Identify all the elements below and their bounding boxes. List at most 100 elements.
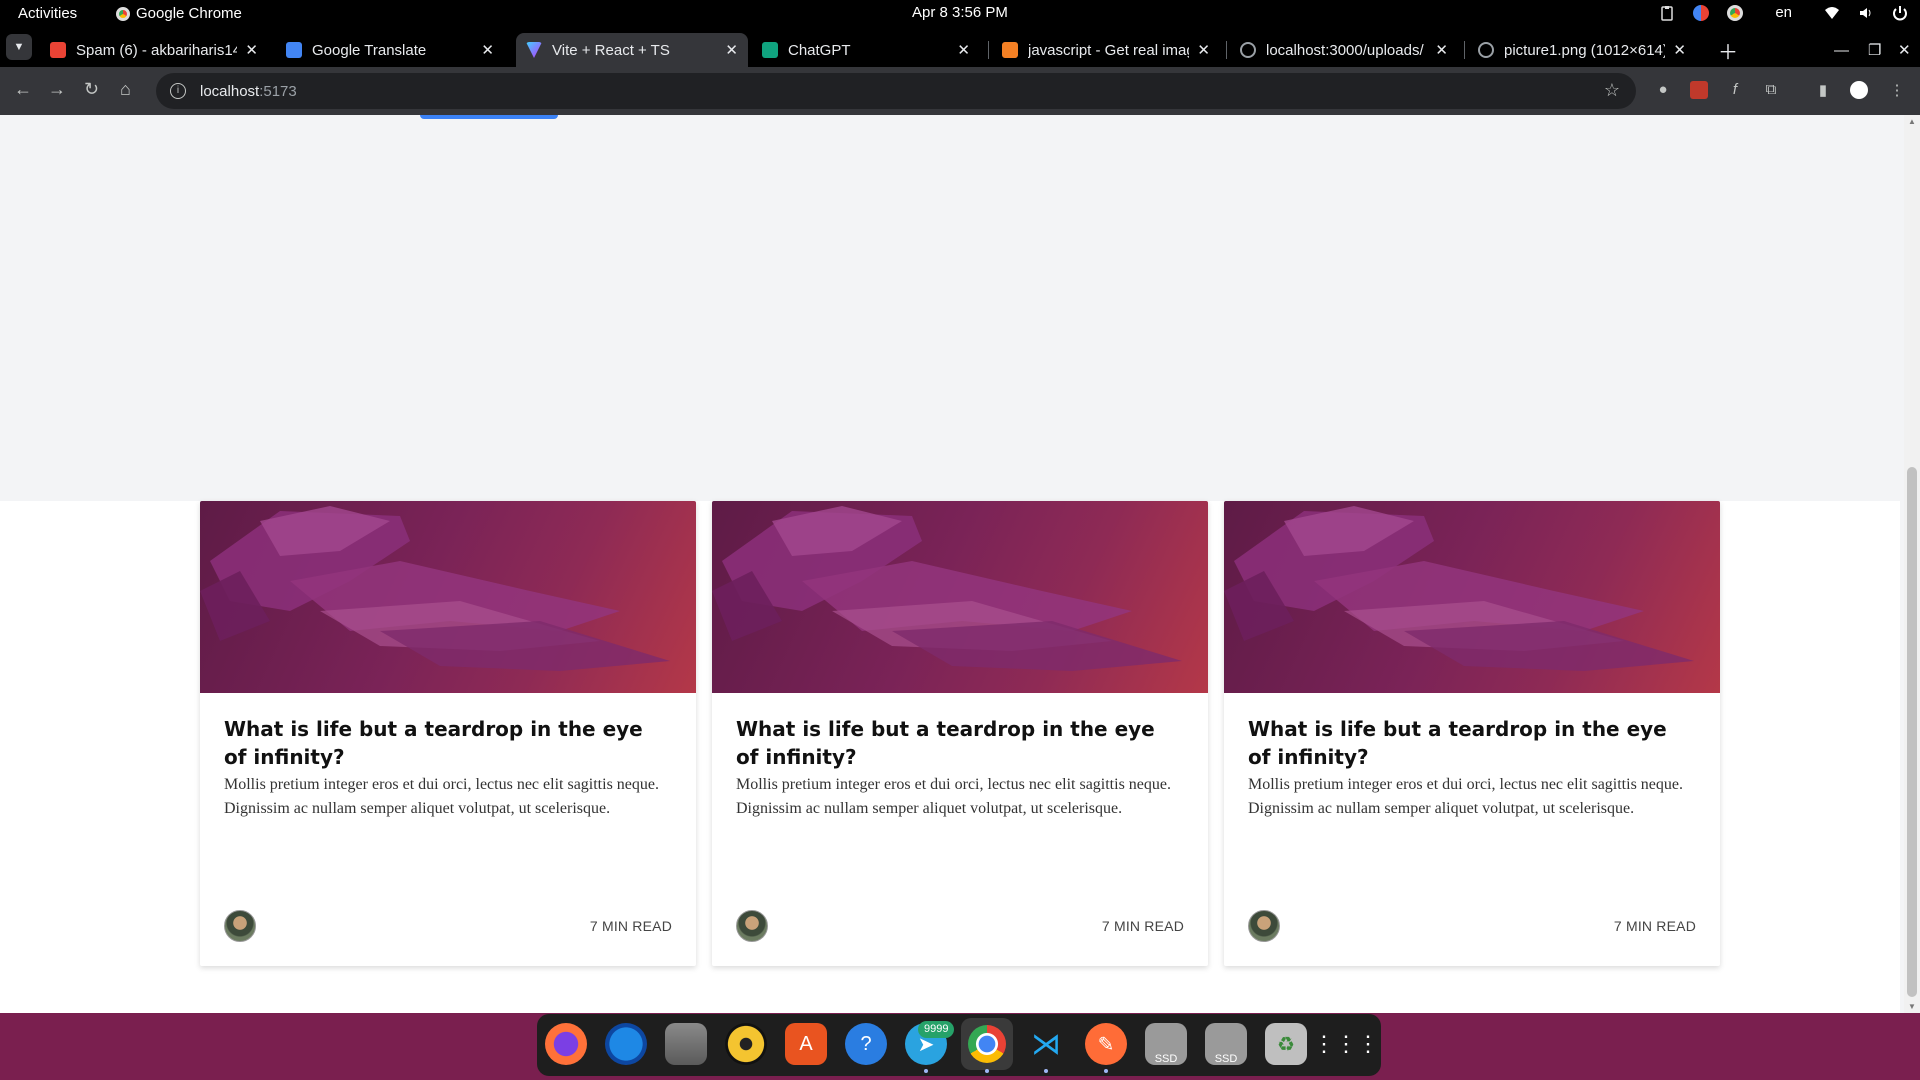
- url-text[interactable]: localhost:5173: [200, 83, 297, 100]
- post-cover-image: [712, 501, 1208, 693]
- scrollbar-thumb[interactable]: [1907, 467, 1917, 997]
- close-icon[interactable]: ✕: [1197, 41, 1210, 59]
- scroll-down-arrow-icon[interactable]: ▼: [1908, 1002, 1916, 1011]
- close-icon[interactable]: ✕: [725, 41, 738, 59]
- tab-localhost-uploads[interactable]: localhost:3000/uploads/ ✕: [1230, 33, 1458, 67]
- close-icon[interactable]: ✕: [481, 41, 494, 59]
- tab-google-translate[interactable]: Google Translate ✕: [276, 33, 504, 67]
- rhythmbox-icon[interactable]: [725, 1023, 767, 1065]
- globe-icon: [1478, 42, 1494, 58]
- url-port: :5173: [259, 82, 297, 100]
- tab-label: picture1.png (1012×614): [1504, 41, 1666, 59]
- read-time: 7 MIN READ: [1101, 918, 1184, 934]
- tab-separator: [988, 41, 989, 59]
- font-extension-icon[interactable]: f: [1726, 81, 1744, 99]
- ubuntu-dock: A ? ➤ ⋊ ✎ SSD SSD ♻ ⋮⋮⋮: [537, 1014, 1381, 1076]
- activities-button[interactable]: Activities: [18, 5, 77, 22]
- author-avatar[interactable]: [736, 910, 768, 942]
- files-icon[interactable]: [665, 1023, 707, 1065]
- thunderbird-icon[interactable]: [605, 1023, 647, 1065]
- forward-arrow-icon[interactable]: →: [48, 79, 66, 100]
- author-avatar[interactable]: [224, 910, 256, 942]
- home-icon[interactable]: ⌂: [120, 79, 131, 100]
- post-title[interactable]: What is life but a teardrop in the eye o…: [1248, 715, 1696, 771]
- scroll-up-arrow-icon[interactable]: ▲: [1908, 117, 1916, 126]
- read-time: 7 MIN READ: [1613, 918, 1696, 934]
- wifi-icon[interactable]: [1824, 5, 1840, 21]
- keyboard-language[interactable]: en: [1775, 4, 1792, 21]
- firefox-icon[interactable]: [545, 1023, 587, 1065]
- tab-picture1[interactable]: picture1.png (1012×614) ✕: [1468, 33, 1696, 67]
- app-menu[interactable]: Google Chrome: [116, 5, 242, 22]
- post-card[interactable]: What is life but a teardrop in the eye o…: [712, 501, 1208, 966]
- trash-icon[interactable]: ♻: [1265, 1023, 1307, 1065]
- author-avatar[interactable]: [1248, 910, 1280, 942]
- tab-label: ChatGPT: [788, 41, 851, 59]
- tab-gmail[interactable]: Spam (6) - akbariharis14 ✕: [40, 33, 268, 67]
- tab-label: localhost:3000/uploads/: [1266, 41, 1424, 59]
- system-tray[interactable]: en: [1659, 4, 1908, 21]
- extension-icon[interactable]: ●: [1654, 81, 1672, 99]
- chrome-logo: [968, 1025, 1006, 1063]
- post-card[interactable]: What is life but a teardrop in the eye o…: [200, 501, 696, 966]
- system-top-bar: Activities Google Chrome Apr 8 3:56 PM e…: [0, 0, 1920, 27]
- close-icon[interactable]: ✕: [1673, 41, 1686, 59]
- post-title[interactable]: What is life but a teardrop in the eye o…: [736, 715, 1184, 771]
- profile-tray-icon[interactable]: [1693, 4, 1710, 21]
- post-excerpt: Mollis pretium integer eros et dui orci,…: [224, 776, 659, 817]
- close-icon[interactable]: ✕: [245, 41, 258, 59]
- vscode-icon[interactable]: ⋊: [1025, 1023, 1067, 1065]
- drive-ssd-icon[interactable]: SSD: [1205, 1023, 1247, 1065]
- clipboard-icon[interactable]: [1659, 5, 1675, 21]
- tab-label: javascript - Get real imag: [1028, 41, 1190, 59]
- close-window-button[interactable]: ✕: [1888, 33, 1920, 67]
- restore-button[interactable]: ❐: [1858, 33, 1891, 67]
- address-bar[interactable]: i localhost:5173 ☆: [156, 73, 1636, 109]
- url-host: localhost: [200, 82, 260, 100]
- extensions-puzzle-icon[interactable]: ⧉: [1762, 81, 1780, 99]
- postman-icon[interactable]: ✎: [1085, 1023, 1127, 1065]
- app-center-icon[interactable]: A: [785, 1023, 827, 1065]
- tab-search-button[interactable]: ▼: [6, 34, 32, 60]
- new-tab-button[interactable]: ＋: [1708, 33, 1748, 67]
- show-apps-icon[interactable]: ⋮⋮⋮: [1313, 1023, 1379, 1065]
- close-icon[interactable]: ✕: [1435, 41, 1448, 59]
- power-icon[interactable]: [1892, 5, 1908, 21]
- close-icon[interactable]: ✕: [957, 41, 970, 59]
- chrome-tray-icon[interactable]: [1727, 4, 1744, 21]
- telegram-unread-badge: 9999: [918, 1021, 955, 1038]
- back-arrow-icon[interactable]: ←: [14, 79, 32, 100]
- tab-separator: [1464, 41, 1465, 59]
- page-viewport: What is life but a teardrop in the eye o…: [0, 115, 1920, 1013]
- chrome-icon: [116, 6, 130, 21]
- post-cover-image: [1224, 501, 1720, 693]
- post-card[interactable]: What is life but a teardrop in the eye o…: [1224, 501, 1720, 966]
- tab-vite-react[interactable]: Vite + React + TS ✕: [516, 33, 748, 67]
- clock[interactable]: Apr 8 3:56 PM: [912, 4, 1008, 21]
- post-cover-image: [200, 501, 696, 693]
- running-indicator: [1104, 1069, 1108, 1073]
- drive-ssd-icon[interactable]: SSD: [1145, 1023, 1187, 1065]
- menu-kebab-icon[interactable]: ⋮: [1888, 81, 1906, 99]
- reload-icon[interactable]: ↻: [84, 79, 99, 100]
- cta-button-edge[interactable]: [420, 115, 558, 119]
- side-panel-icon[interactable]: ▮: [1814, 81, 1832, 99]
- tab-separator: [1226, 41, 1227, 59]
- extension-red-icon[interactable]: [1690, 81, 1708, 99]
- site-info-icon[interactable]: i: [170, 83, 186, 99]
- volume-icon[interactable]: [1858, 5, 1874, 21]
- page-scrollbar[interactable]: ▲ ▼: [1904, 115, 1920, 1013]
- tab-strip: ▼ Spam (6) - akbariharis14 ✕ Google Tran…: [0, 27, 1920, 67]
- profile-avatar-icon[interactable]: [1850, 81, 1868, 99]
- tab-chatgpt[interactable]: ChatGPT ✕: [752, 33, 980, 67]
- help-icon[interactable]: ?: [845, 1023, 887, 1065]
- globe-icon: [1240, 42, 1256, 58]
- bookmark-star-icon[interactable]: ☆: [1604, 80, 1620, 101]
- minimize-button[interactable]: —: [1824, 33, 1859, 67]
- post-title[interactable]: What is life but a teardrop in the eye o…: [224, 715, 672, 771]
- app-name: Google Chrome: [136, 5, 242, 22]
- tab-label: Google Translate: [312, 41, 427, 59]
- chrome-icon[interactable]: [961, 1018, 1013, 1070]
- tab-stackoverflow[interactable]: javascript - Get real imag ✕: [992, 33, 1220, 67]
- gmail-icon: [50, 42, 66, 58]
